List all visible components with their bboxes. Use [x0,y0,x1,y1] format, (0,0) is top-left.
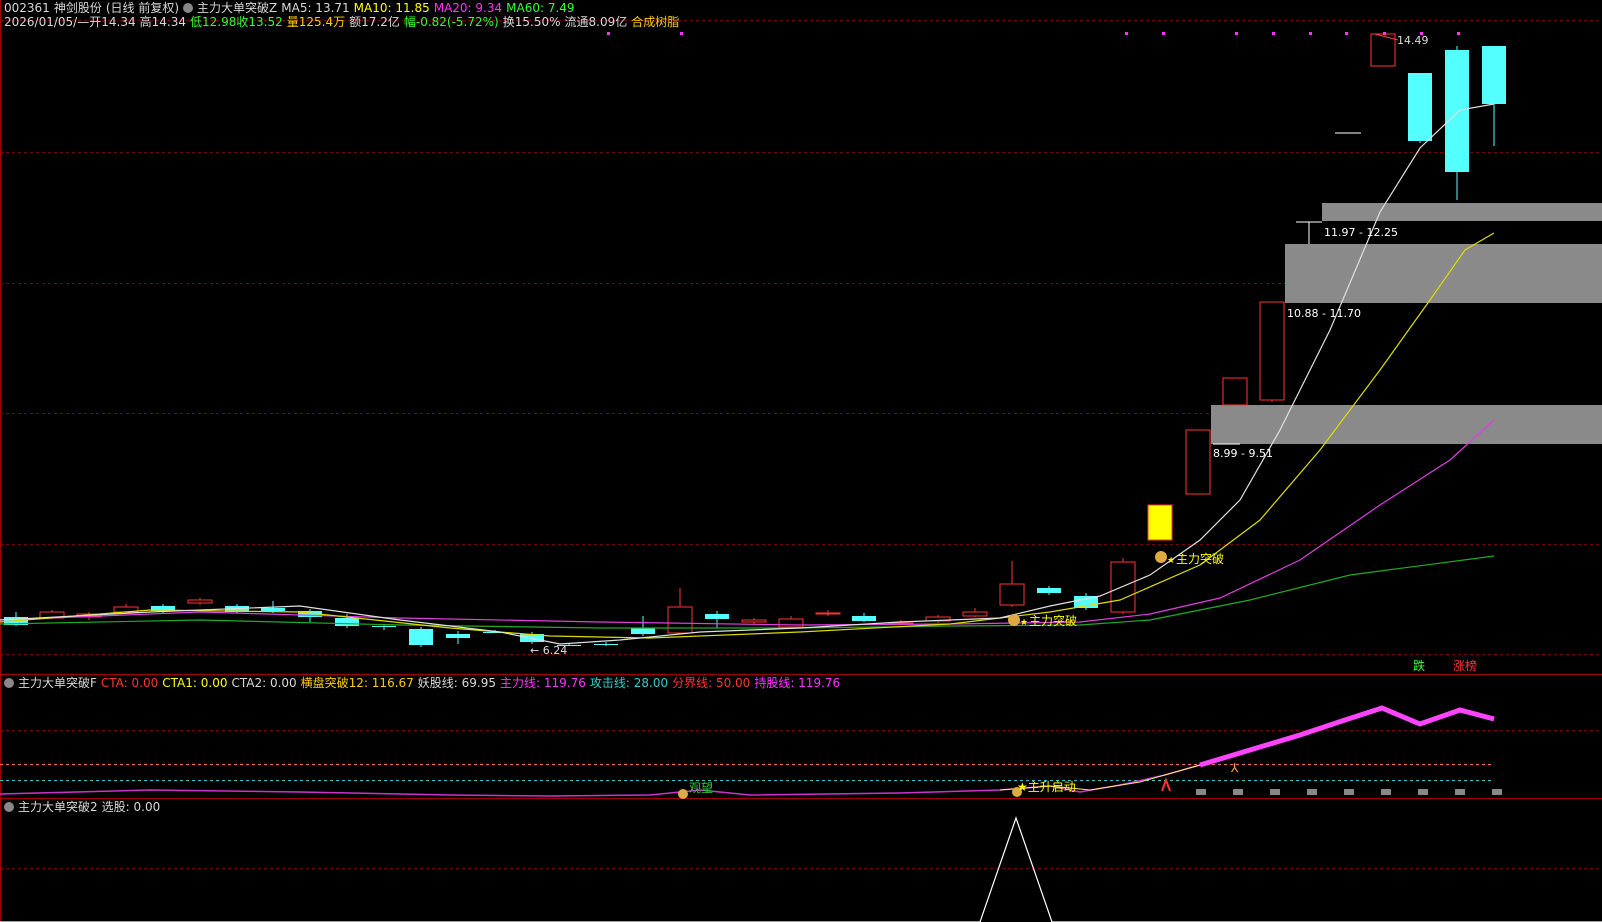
tag-down: 跌 [1413,658,1425,673]
candle [1445,46,1469,200]
stock-code[interactable]: 002361 [4,1,50,15]
turnover-label: 换 [502,15,515,29]
candle [631,616,655,636]
hp-value: 横盘突破12: 116.67 [300,676,414,690]
panel-frame [0,0,1602,922]
sub2-line [0,816,1602,922]
sub1-lines [0,705,1495,797]
tag-limit-up: 涨榜 [1453,658,1477,673]
price-high-label: 14.49 [1397,34,1429,47]
info-bar: 2026/01/05/—开14.34 高14.34 低12.98收13.52 量125… [4,15,683,29]
candle [1408,73,1432,143]
open-value: 14.34 [101,15,136,29]
top-dots [607,32,1460,35]
amount-label: 额 [349,15,362,29]
candle [999,561,1025,607]
fj-value: 分界线: 50.00 [672,676,751,690]
zl-value: 主力线: 119.76 [500,676,586,690]
date-value: 2026/01/05/— [4,15,90,29]
yg-value: 妖股线: 69.95 [417,676,497,690]
ma60-value: MA60: 7.49 [506,1,575,15]
svg-text:⅄: ⅄ [1230,761,1239,775]
low-value: 12.98 [201,15,237,29]
chart-canvas[interactable]: 14.49 ← 6.24 11.97 - 12.25 10.88 - 11.70… [0,0,1602,922]
candle [446,631,470,644]
zone-box-2 [1285,244,1602,303]
zone-box-1 [1322,203,1602,221]
high-label: 高 [139,15,152,29]
candle [741,618,767,624]
change-label: 幅 [403,15,416,29]
cta1-value: CTA1: 0.00 [162,676,228,690]
candle [594,642,618,646]
ma20-value: MA20: 9.34 [433,1,503,15]
close-label: 收 [236,15,249,29]
candle [1037,586,1061,595]
candle [409,627,433,647]
indicator-toggle-icon[interactable] [183,3,194,13]
svg-text:★: ★ [1020,618,1028,628]
stock-name[interactable]: 神剑股份 [54,1,102,15]
ma10-value: MA10: 11.85 [353,1,430,15]
candle [705,611,729,628]
main-header: 002361 神剑股份 (日线 前复权) 主力大单突破Z MA5: 13.71 MA10:… [4,1,579,15]
candle [815,610,841,616]
signal-wait: 观望 [689,781,713,795]
zone-label-3: 8.99 - 9.51 [1213,447,1273,460]
ma5-value: MA5: 13.71 [281,1,350,15]
main-grid [0,20,1602,869]
candle [1482,46,1506,146]
candle [1185,429,1211,495]
sub1-toggle-icon[interactable] [4,678,14,688]
amount-value: 17.2亿 [361,15,400,29]
low-label: 低 [189,15,202,29]
signal-label-2: 主力突破 [1029,613,1077,628]
candle [1370,33,1396,67]
candle [1147,504,1173,541]
cta2-value: CTA2: 0.00 [231,676,297,690]
svg-text:★: ★ [1167,556,1175,566]
candle [667,588,693,634]
candle [962,608,988,617]
zone-box-3 [1211,405,1602,444]
gj-value: 攻击线: 28.00 [589,676,669,690]
float-label: 流通 [564,15,589,29]
open-label: 开 [89,15,102,29]
sub1-header: 主力大单突破F CTA: 0.00 CTA1: 0.00 CTA2: 0.00 横盘突破… [4,676,844,690]
xg-value: 选股: 0.00 [101,800,161,814]
candle [778,616,804,628]
signal-start: ★主升启动 [1017,780,1076,794]
indicator-name[interactable]: 主力大单突破Z [197,1,277,15]
sub1-name[interactable]: 主力大单突破F [18,676,97,690]
cg-value: 持股线: 119.76 [754,676,841,690]
vol-label: 量 [286,15,299,29]
period-label[interactable]: (日线 前复权) [106,1,179,15]
sub2-header: 主力大单突破2 选股: 0.00 [4,800,164,814]
price-low-label: ← 6.24 [530,644,567,657]
zone-label-2: 10.88 - 11.70 [1287,307,1361,320]
ma60-line [0,555,1495,629]
candle [187,598,213,605]
sub2-toggle-icon[interactable] [4,802,14,812]
candle [925,615,951,623]
signal-label-1: 主力突破 [1176,551,1224,566]
change-value: -0.82(-5.72%) [415,15,499,29]
zone-label-1: 11.97 - 12.25 [1324,226,1398,239]
candle [1222,377,1248,406]
high-value: 14.34 [151,15,186,29]
float-value: 8.09亿 [588,15,628,29]
candles [4,33,1506,647]
candle [852,613,876,622]
close-value: 13.52 [248,15,283,29]
sub2-name[interactable]: 主力大单突破2 [18,800,98,814]
sector-label[interactable]: 合成树脂 [631,15,679,29]
sub1-markers [1196,789,1502,795]
turnover-value: 15.50% [514,15,561,29]
candle [1259,301,1285,402]
cta-value: CTA: 0.00 [100,676,159,690]
vol-value: 125.4万 [298,15,346,29]
